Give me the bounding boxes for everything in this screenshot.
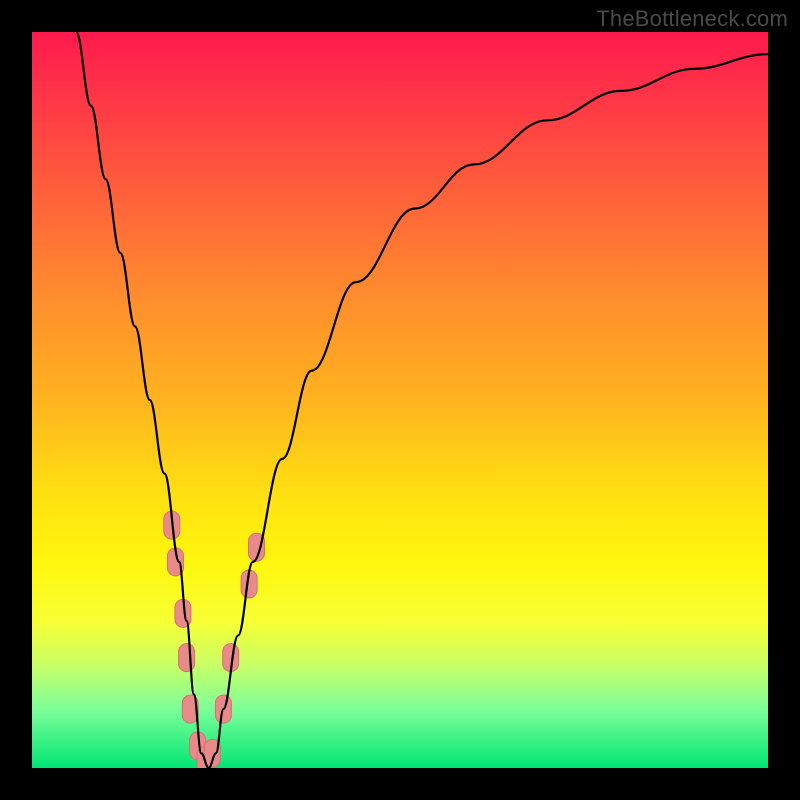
markers-layer xyxy=(164,511,265,768)
watermark-text: TheBottleneck.com xyxy=(596,6,788,32)
chart-svg xyxy=(32,32,768,768)
plot-area xyxy=(32,32,768,768)
chart-frame: TheBottleneck.com xyxy=(0,0,800,800)
sample-marker xyxy=(179,644,195,672)
